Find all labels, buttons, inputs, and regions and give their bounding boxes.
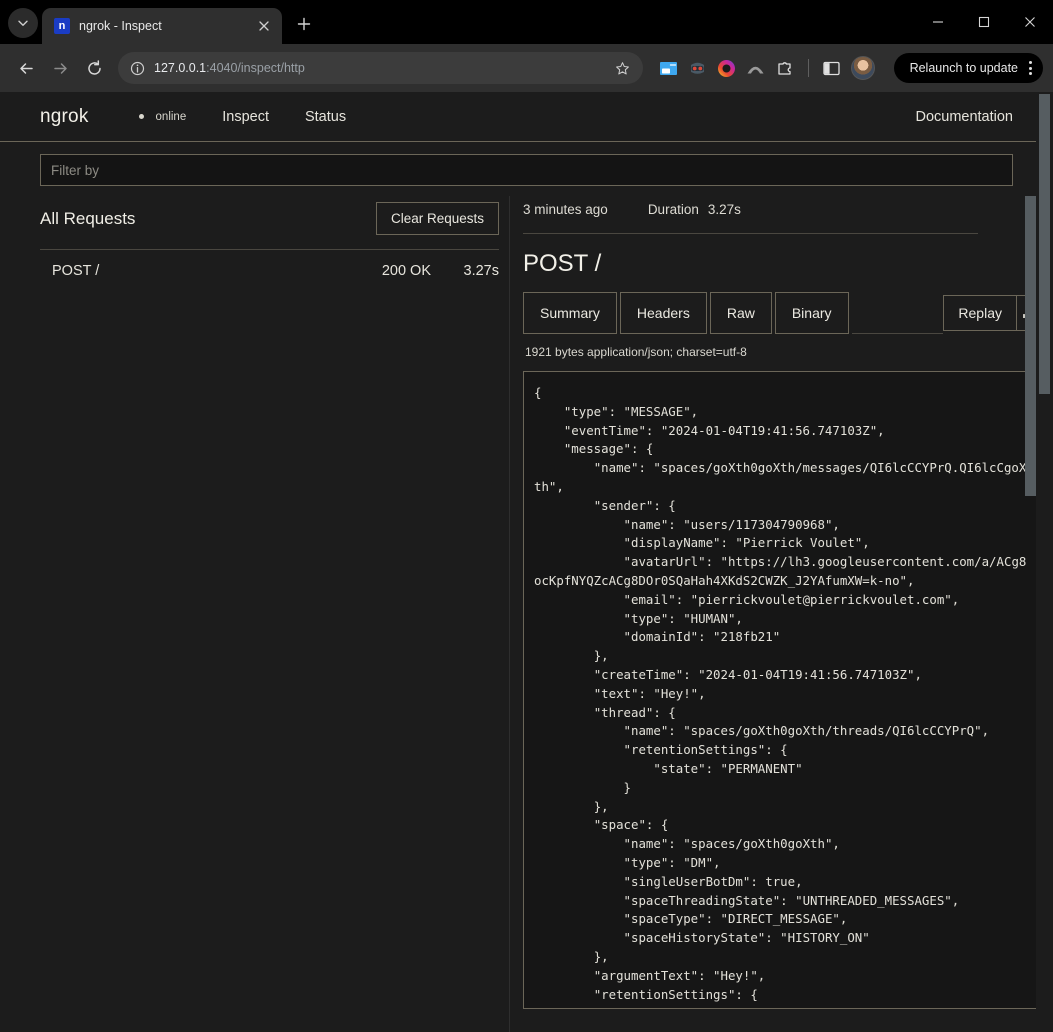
minimize-icon[interactable] <box>915 0 961 44</box>
filter-bar <box>0 142 1053 196</box>
ngrok-inspect-page: ngrok online Inspect Status Documentatio… <box>0 92 1053 1032</box>
window-controls <box>915 0 1053 44</box>
address-bar[interactable]: 127.0.0.1:4040/inspect/http <box>118 52 643 84</box>
url-host: 127.0.0.1 <box>154 61 206 75</box>
ngrok-favicon-icon: n <box>54 18 70 34</box>
ngrok-logo[interactable]: ngrok <box>40 106 89 128</box>
browser-tab[interactable]: n ngrok - Inspect <box>42 8 282 44</box>
puzzle-extensions-icon[interactable] <box>775 58 795 78</box>
requests-title: All Requests <box>40 209 135 229</box>
page-scrollbar-thumb[interactable] <box>1039 94 1050 394</box>
filter-input[interactable] <box>40 154 1013 186</box>
content-info: 1921 bytes application/json; charset=utf… <box>523 334 1043 371</box>
relaunch-to-update-button[interactable]: Relaunch to update <box>894 53 1043 83</box>
inner-scrollbar-thumb[interactable] <box>1025 196 1036 496</box>
status-text: online <box>156 111 187 123</box>
nav-item-status[interactable]: Status <box>305 109 346 125</box>
tab-strip: n ngrok - Inspect <box>0 0 1053 44</box>
tab-title: ngrok - Inspect <box>79 19 245 33</box>
profile-avatar[interactable] <box>851 56 875 80</box>
forward-arrow-icon[interactable] <box>44 52 76 84</box>
detail-duration-value: 3.27s <box>708 202 741 217</box>
response-body-box[interactable]: { "type": "MESSAGE", "eventTime": "2024-… <box>523 371 1043 1009</box>
image-tool-icon[interactable] <box>659 58 679 78</box>
tab-summary[interactable]: Summary <box>523 292 617 334</box>
tab-search-icon[interactable] <box>8 8 38 38</box>
clear-requests-button[interactable]: Clear Requests <box>376 202 499 235</box>
site-info-icon[interactable] <box>128 59 146 77</box>
instagram-circle-icon[interactable] <box>717 58 737 78</box>
kebab-menu-icon[interactable] <box>1026 61 1035 75</box>
nav-item-inspect[interactable]: Inspect <box>222 109 269 125</box>
request-duration: 3.27s <box>453 263 499 279</box>
tab-raw[interactable]: Raw <box>710 292 772 334</box>
detail-title: POST / <box>523 234 1043 292</box>
tab-headers[interactable]: Headers <box>620 292 707 334</box>
detail-time-ago: 3 minutes ago <box>523 202 608 217</box>
request-row[interactable]: POST / 200 OK 3.27s <box>40 250 499 292</box>
toolbar-divider <box>808 59 809 77</box>
requests-panel: All Requests Clear Requests POST / 200 O… <box>0 196 510 1032</box>
replay-button[interactable]: Replay <box>943 295 1017 331</box>
extensions-area: Relaunch to update <box>659 53 1043 83</box>
reload-icon[interactable] <box>78 52 110 84</box>
requests-list: POST / 200 OK 3.27s <box>40 249 499 292</box>
url-text: 127.0.0.1:4040/inspect/http <box>154 61 603 75</box>
robot-goggles-icon[interactable] <box>688 58 708 78</box>
relaunch-label: Relaunch to update <box>910 61 1018 75</box>
url-path: :4040/inspect/http <box>206 61 305 75</box>
request-status: 200 OK <box>382 263 431 279</box>
page-scrollbar[interactable] <box>1036 92 1053 1032</box>
response-body-json: { "type": "MESSAGE", "eventTime": "2024-… <box>534 384 1032 1004</box>
detail-panel: 3 minutes ago Duration 3.27s POST / Summ… <box>510 196 1053 1032</box>
maximize-icon[interactable] <box>961 0 1007 44</box>
nav-item-documentation[interactable]: Documentation <box>915 109 1013 125</box>
browser-window: n ngrok - Inspect <box>0 0 1053 1032</box>
browser-toolbar: 127.0.0.1:4040/inspect/http <box>0 44 1053 92</box>
side-panel-icon[interactable] <box>822 58 842 78</box>
new-tab-icon[interactable] <box>290 10 318 38</box>
close-window-icon[interactable] <box>1007 0 1053 44</box>
bookmark-star-icon[interactable] <box>611 56 635 80</box>
detail-duration-label: Duration <box>648 202 699 217</box>
requests-panel-header: All Requests Clear Requests <box>40 196 499 249</box>
request-method-path: POST / <box>52 263 382 279</box>
status-dot-icon <box>139 114 144 119</box>
nordvpn-arc-icon[interactable] <box>746 58 766 78</box>
inspect-content: All Requests Clear Requests POST / 200 O… <box>0 196 1053 1032</box>
close-icon[interactable] <box>254 16 274 36</box>
app-header: ngrok online Inspect Status Documentatio… <box>0 92 1053 142</box>
tab-binary[interactable]: Binary <box>775 292 849 334</box>
back-arrow-icon[interactable] <box>10 52 42 84</box>
detail-tabs: Summary Headers Raw Binary Replay ▬ <box>523 292 1043 334</box>
inner-scrollbar[interactable] <box>1025 196 1036 1032</box>
tabs-spacer <box>852 292 944 334</box>
detail-meta: 3 minutes ago Duration 3.27s <box>523 196 1043 233</box>
